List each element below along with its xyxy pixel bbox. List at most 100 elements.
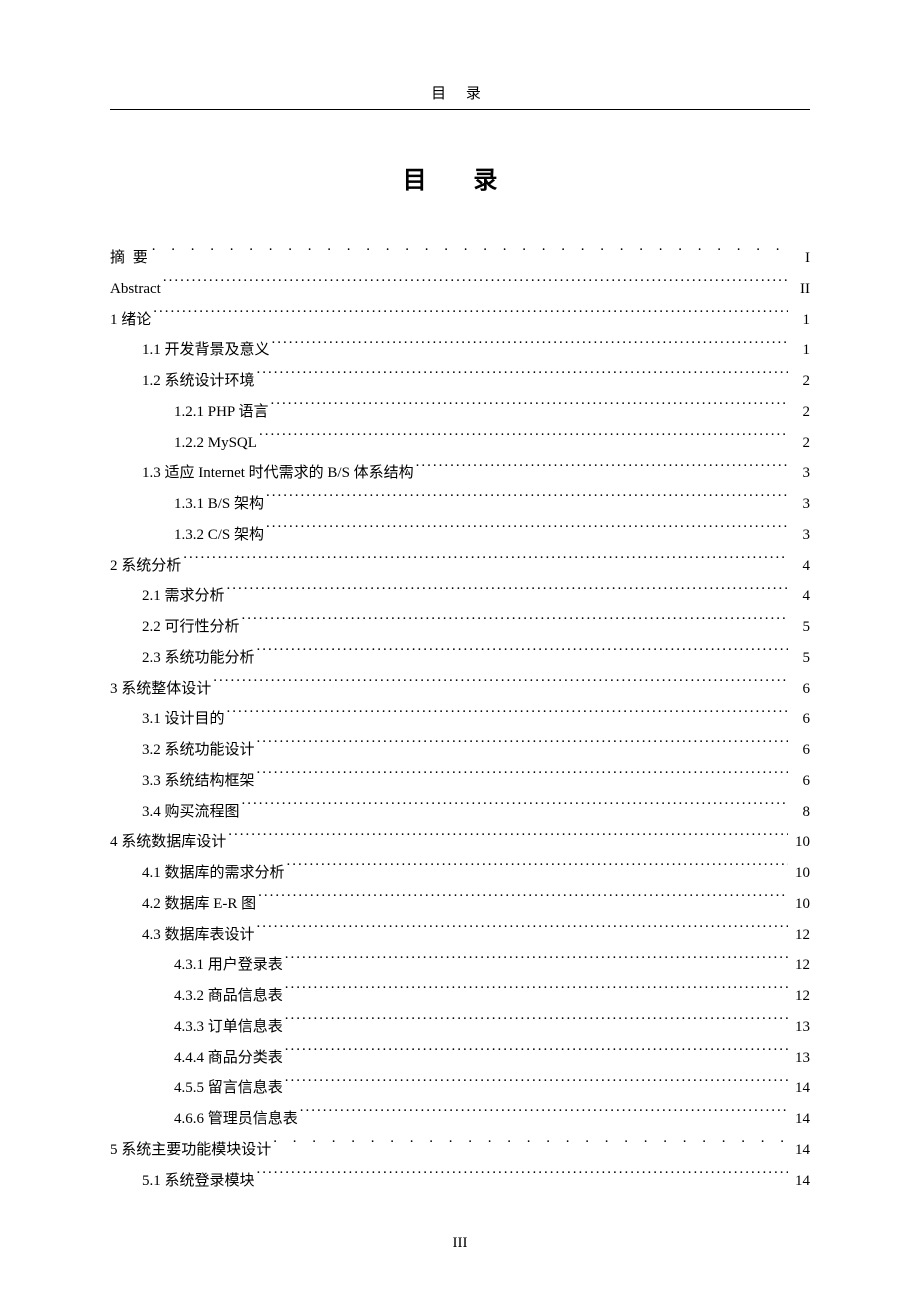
toc-entry: AbstractII xyxy=(110,274,810,305)
toc-leader-dots xyxy=(257,370,788,385)
toc-entry-page: I xyxy=(790,243,810,274)
toc-entry-page: 13 xyxy=(790,1012,810,1043)
toc-entry: 1.2 系统设计环境 2 xyxy=(110,366,810,397)
toc-leader-dots xyxy=(416,462,788,477)
toc-leader-dots xyxy=(242,801,788,816)
toc-entry: 1.3 适应 Internet 时代需求的 B/S 体系结构3 xyxy=(110,458,810,489)
toc-entry-label: 摘 要 xyxy=(110,243,150,274)
toc-leader-dots xyxy=(227,708,788,723)
toc-entry-page: 3 xyxy=(790,489,810,520)
toc-entry-label: 2 系统分析 xyxy=(110,551,181,582)
toc-leader-dots xyxy=(152,247,788,262)
toc-leader-dots xyxy=(300,1108,788,1123)
page-number-footer: III xyxy=(0,1235,920,1252)
toc-entry-page: 3 xyxy=(790,458,810,489)
toc-leader-dots xyxy=(227,585,788,600)
toc-entry-label: 3 系统整体设计 xyxy=(110,674,211,705)
toc-entry: 4.3.2 商品信息表 12 xyxy=(110,981,810,1012)
toc-leader-dots xyxy=(272,339,788,354)
toc-leader-dots xyxy=(285,1047,788,1062)
toc-entry-page: 4 xyxy=(790,581,810,612)
toc-leader-dots xyxy=(153,309,788,324)
toc-entry-page: 14 xyxy=(790,1135,810,1166)
toc-entry: 4.4.4 商品分类表13 xyxy=(110,1043,810,1074)
toc-title: 目 录 xyxy=(110,160,810,195)
toc-entry-page: 5 xyxy=(790,643,810,674)
toc-entry-label: 5 系统主要功能模块设计 xyxy=(110,1135,271,1166)
toc-entry-page: 14 xyxy=(790,1073,810,1104)
toc-entry-label: 5.1 系统登录模块 xyxy=(142,1166,255,1197)
running-header: 目 录 xyxy=(110,82,810,110)
toc-entry: 4.5.5 留言信息表 14 xyxy=(110,1073,810,1104)
toc-entry: 4.6.6 管理员信息表14 xyxy=(110,1104,810,1135)
toc-entry-page: 12 xyxy=(790,950,810,981)
toc-entry: 3.2 系统功能设计6 xyxy=(110,735,810,766)
toc-leader-dots xyxy=(285,1077,788,1092)
toc-entry: 4.3 数据库表设计 12 xyxy=(110,920,810,951)
toc-entry: 4.3.3 订单信息表13 xyxy=(110,1012,810,1043)
toc-entry-page: 14 xyxy=(790,1104,810,1135)
toc-entry-page: 4 xyxy=(790,551,810,582)
toc-entry-label: 3.3 系统结构框架 xyxy=(142,766,255,797)
toc-entry-label: 1.3.1 B/S 架构 xyxy=(174,489,264,520)
toc-entry: 1.3.2 C/S 架构 3 xyxy=(110,520,810,551)
toc-entry: 3.3 系统结构框架 6 xyxy=(110,766,810,797)
toc-entry: 4.3.1 用户登录表 12 xyxy=(110,950,810,981)
toc-entry-label: 4.3.1 用户登录表 xyxy=(174,950,283,981)
toc-entry: 2.1 需求分析4 xyxy=(110,581,810,612)
toc-leader-dots xyxy=(285,1016,788,1031)
toc-leader-dots xyxy=(285,954,788,969)
toc-entry-page: II xyxy=(790,274,810,305)
toc-entry: 1 绪论 1 xyxy=(110,305,810,336)
toc-entry-label: 3.1 设计目的 xyxy=(142,704,225,735)
toc-entry-label: 1.2.2 MySQL xyxy=(174,428,257,459)
toc-entry: 1.2.1 PHP 语言 2 xyxy=(110,397,810,428)
toc-entry-page: 2 xyxy=(790,366,810,397)
toc-entry-label: 1.3.2 C/S 架构 xyxy=(174,520,264,551)
toc-entry: 2.2 可行性分析 5 xyxy=(110,612,810,643)
table-of-contents: 摘 要IAbstractII1 绪论11.1 开发背景及意义11.2 系统设计环… xyxy=(110,243,810,1196)
toc-entry-page: 14 xyxy=(790,1166,810,1197)
toc-entry-page: 3 xyxy=(790,520,810,551)
toc-entry: 1.2.2 MySQL 2 xyxy=(110,428,810,459)
toc-leader-dots xyxy=(242,616,788,631)
toc-entry-label: 4.3.2 商品信息表 xyxy=(174,981,283,1012)
toc-leader-dots xyxy=(183,555,788,570)
toc-entry-page: 2 xyxy=(790,397,810,428)
toc-entry-label: 1.2 系统设计环境 xyxy=(142,366,255,397)
toc-entry-label: 1 绪论 xyxy=(110,305,151,336)
toc-leader-dots xyxy=(259,432,788,447)
toc-entry-page: 5 xyxy=(790,612,810,643)
toc-leader-dots xyxy=(257,647,788,662)
toc-entry-label: 1.2.1 PHP 语言 xyxy=(174,397,268,428)
toc-entry-label: 4.3 数据库表设计 xyxy=(142,920,255,951)
toc-entry-page: 1 xyxy=(790,335,810,366)
toc-leader-dots xyxy=(266,524,788,539)
toc-entry-page: 12 xyxy=(790,920,810,951)
toc-entry-page: 1 xyxy=(790,305,810,336)
toc-entry-page: 10 xyxy=(790,827,810,858)
toc-entry-label: 2.2 可行性分析 xyxy=(142,612,240,643)
toc-entry-page: 6 xyxy=(790,674,810,705)
toc-leader-dots xyxy=(257,1170,788,1185)
toc-entry-label: 4 系统数据库设计 xyxy=(110,827,226,858)
toc-entry-label: 4.4.4 商品分类表 xyxy=(174,1043,283,1074)
toc-entry-label: 4.5.5 留言信息表 xyxy=(174,1073,283,1104)
document-page: 目 录 目 录 摘 要IAbstractII1 绪论11.1 开发背景及意义11… xyxy=(0,0,920,1256)
toc-entry: 2.3 系统功能分析 5 xyxy=(110,643,810,674)
toc-entry-label: 3.4 购买流程图 xyxy=(142,797,240,828)
toc-leader-dots xyxy=(266,493,788,508)
toc-entry-page: 8 xyxy=(790,797,810,828)
toc-entry-page: 6 xyxy=(790,766,810,797)
toc-entry: 3.1 设计目的6 xyxy=(110,704,810,735)
toc-entry-page: 12 xyxy=(790,981,810,1012)
toc-leader-dots xyxy=(258,893,788,908)
toc-entry-page: 2 xyxy=(790,428,810,459)
toc-leader-dots xyxy=(257,924,788,939)
toc-entry: 摘 要I xyxy=(110,243,810,274)
toc-entry: 2 系统分析 4 xyxy=(110,551,810,582)
toc-entry-label: 2.3 系统功能分析 xyxy=(142,643,255,674)
toc-entry-label: 4.1 数据库的需求分析 xyxy=(142,858,285,889)
toc-entry: 1.3.1 B/S 架构 3 xyxy=(110,489,810,520)
toc-entry-page: 10 xyxy=(790,858,810,889)
